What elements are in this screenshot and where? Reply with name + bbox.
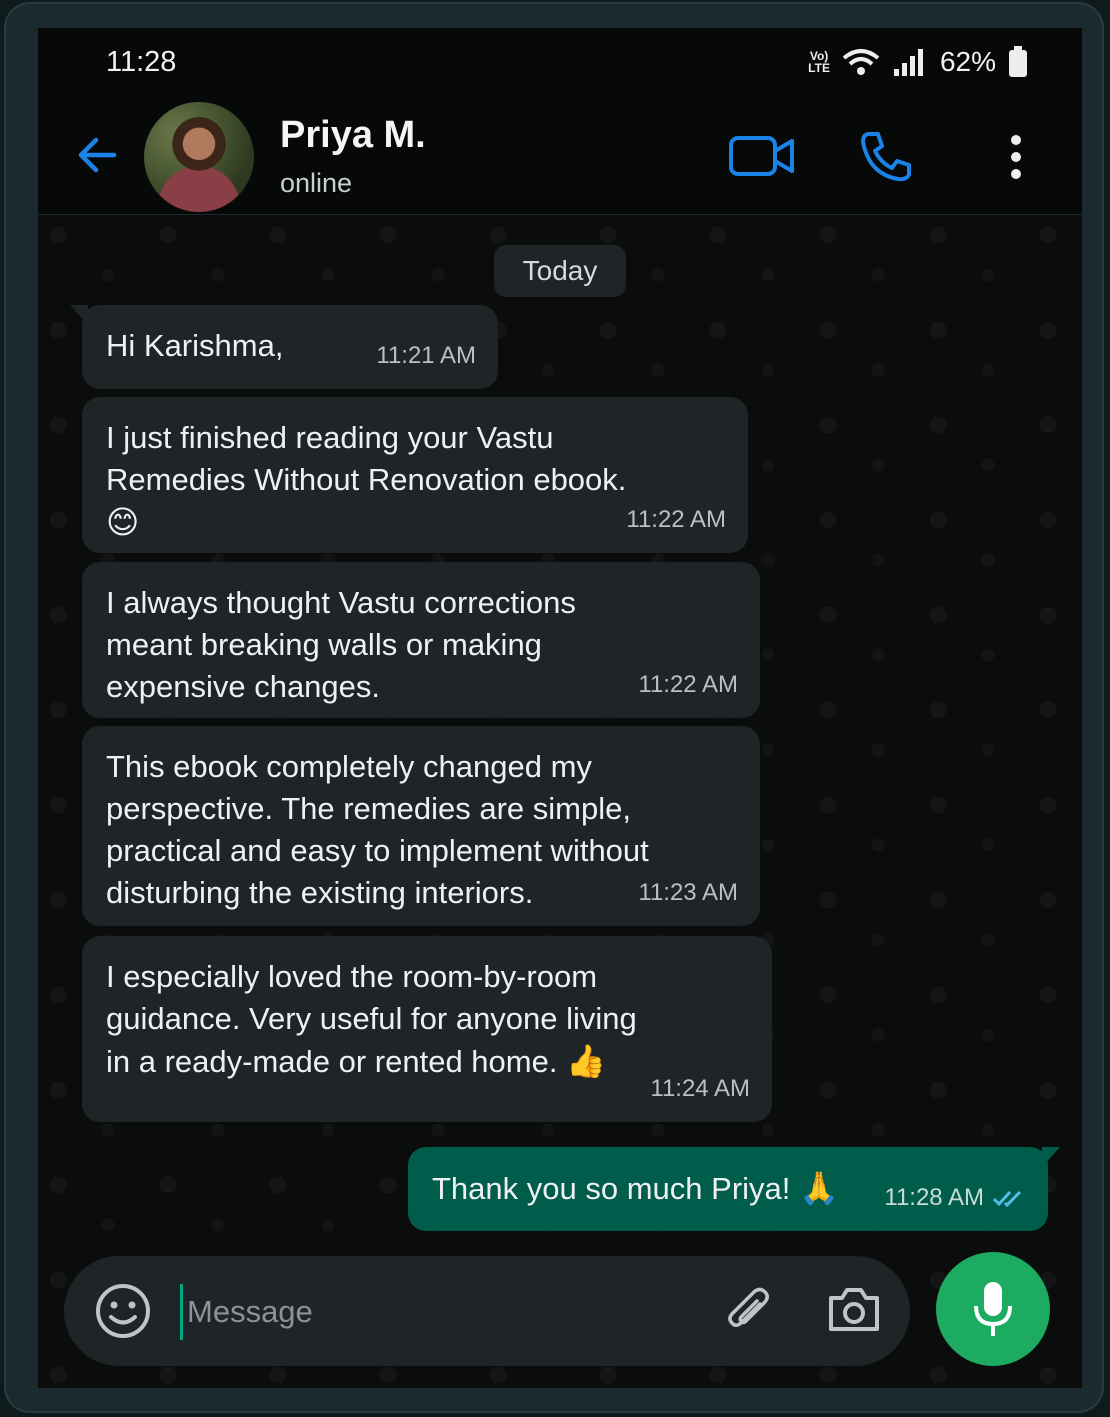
contact-name[interactable]: Priya M. — [280, 114, 426, 157]
more-options-icon[interactable] — [1008, 134, 1024, 180]
date-separator: Today — [494, 245, 626, 297]
video-call-icon[interactable] — [728, 134, 796, 178]
message-time: 11:28 AM — [884, 1177, 1026, 1219]
incoming-message[interactable]: This ebook completely changed my perspec… — [82, 726, 760, 926]
thumbs-up-emoji: 👍 — [566, 1042, 606, 1080]
outgoing-message[interactable]: Thank you so much Priya! 🙏 11:28 AM — [408, 1147, 1060, 1231]
message-text: I just finished reading your Vastu Remed… — [106, 420, 627, 497]
message-input[interactable] — [180, 1284, 669, 1340]
incoming-message[interactable]: I always thought Vastu corrections meant… — [82, 562, 760, 718]
folded-hands-emoji: 🙏 — [799, 1169, 839, 1207]
phone-frame: 11:28 Vo) LTE 62% Priya M. online Today … — [4, 2, 1104, 1413]
message-time: 11:24 AM — [650, 1075, 750, 1102]
volte-icon: Vo) LTE — [808, 49, 830, 75]
contact-avatar[interactable] — [144, 102, 254, 212]
status-icons: Vo) LTE 62% — [808, 44, 1028, 80]
status-time: 11:28 — [106, 46, 177, 78]
wifi-icon — [842, 49, 880, 75]
message-time: 11:21 AM — [376, 342, 476, 369]
phone-call-icon[interactable] — [858, 130, 914, 182]
battery-icon — [1009, 46, 1027, 77]
microphone-icon — [974, 1282, 1012, 1336]
chat-header: Priya M. online — [38, 98, 1082, 215]
message-text: I especially loved the room-by-room guid… — [106, 959, 637, 1080]
message-time: 11:23 AM — [638, 879, 738, 906]
read-receipt-icon — [992, 1190, 1022, 1207]
message-time: 11:22 AM — [626, 506, 726, 533]
incoming-message[interactable]: I just finished reading your Vastu Remed… — [82, 397, 748, 553]
message-list[interactable]: Today Hi Karishma, 11:21 AM I just finis… — [38, 215, 1082, 1388]
camera-icon[interactable] — [826, 1284, 882, 1334]
signal-icon — [893, 49, 923, 76]
battery-level: 62% — [939, 46, 996, 77]
attach-icon[interactable] — [724, 1286, 776, 1338]
status-bar: 11:28 Vo) LTE 62% — [38, 28, 1082, 98]
voice-message-button[interactable] — [936, 1252, 1050, 1366]
back-arrow-icon[interactable] — [74, 132, 120, 178]
contact-status: online — [280, 168, 353, 198]
message-time: 11:22 AM — [638, 671, 738, 698]
incoming-message[interactable]: Hi Karishma, 11:21 AM — [70, 305, 498, 389]
chat-screen: 11:28 Vo) LTE 62% Priya M. online Today … — [38, 28, 1082, 1388]
emoji-icon[interactable] — [94, 1282, 152, 1340]
message-composer — [64, 1256, 910, 1366]
incoming-message[interactable]: I especially loved the room-by-room guid… — [82, 936, 772, 1122]
